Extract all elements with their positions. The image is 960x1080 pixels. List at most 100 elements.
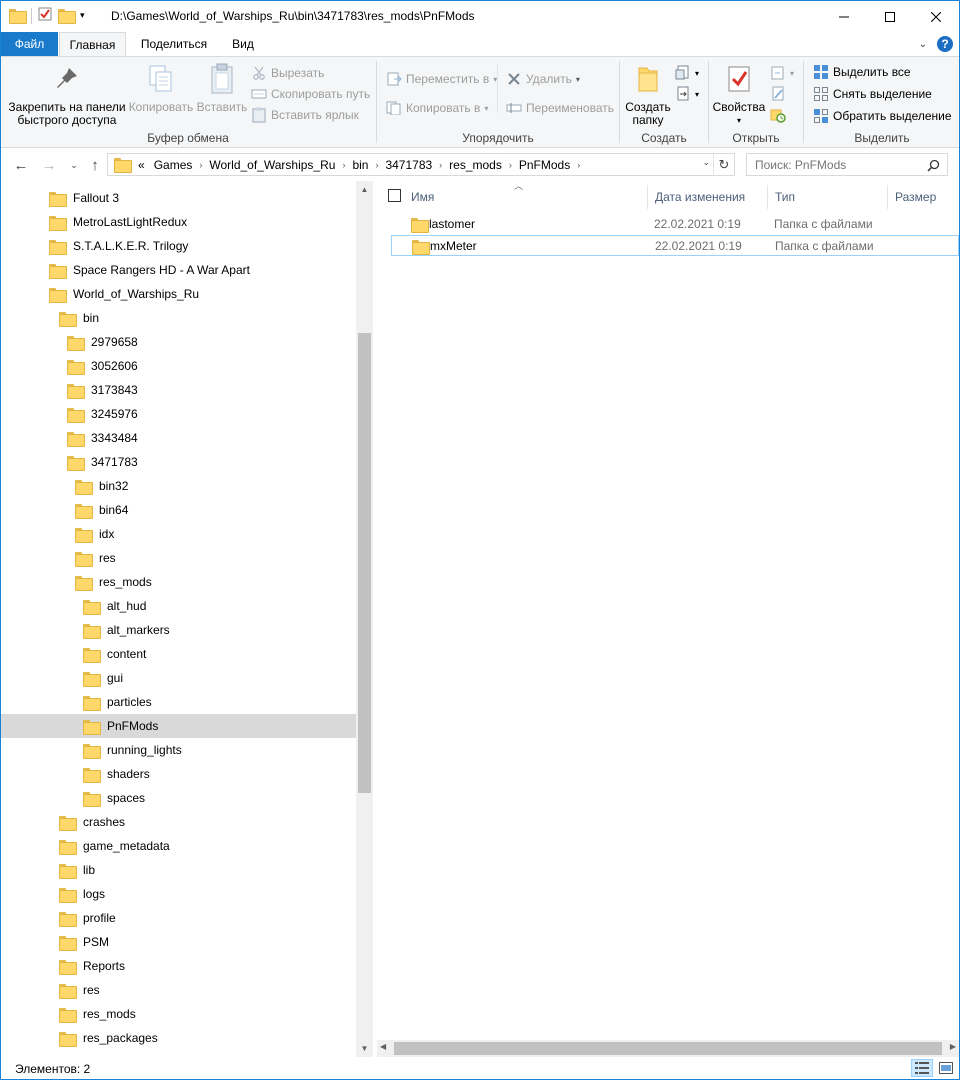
- collapse-ribbon-icon[interactable]: ⌄: [919, 39, 927, 50]
- paste-shortcut-button[interactable]: Вставить ярлык: [251, 105, 359, 125]
- file-row[interactable]: lastomer 22.02.2021 0:19 Папка с файлами: [391, 214, 959, 235]
- tree-item[interactable]: 3343484: [1, 426, 356, 450]
- breadcrumb-chevron-icon[interactable]: ›: [340, 160, 347, 170]
- move-to-button[interactable]: Переместить в ▾: [386, 69, 497, 89]
- tree-item[interactable]: idx: [1, 522, 356, 546]
- tree-item[interactable]: bin: [1, 306, 356, 330]
- tree-item[interactable]: particles: [1, 690, 356, 714]
- delete-button[interactable]: Удалить ▾: [506, 69, 580, 89]
- column-date[interactable]: Дата изменения: [655, 190, 745, 204]
- rename-button[interactable]: Переименовать: [506, 98, 614, 118]
- tree-item[interactable]: PnFMods: [1, 714, 356, 738]
- tab-file[interactable]: Файл: [1, 32, 58, 56]
- copy-to-button[interactable]: Копировать в ▾: [386, 98, 488, 118]
- paste-button[interactable]: Вставить: [195, 63, 249, 114]
- breadcrumb-item[interactable]: 3471783: [380, 158, 437, 172]
- tree-item[interactable]: 3245976: [1, 402, 356, 426]
- scroll-thumb[interactable]: [358, 333, 371, 793]
- tree-item[interactable]: crashes: [1, 810, 356, 834]
- tree-item[interactable]: PSM: [1, 930, 356, 954]
- recent-locations-chevron-icon[interactable]: ⌄: [64, 155, 84, 175]
- tree-item[interactable]: shaders: [1, 762, 356, 786]
- tree-item[interactable]: S.T.A.L.K.E.R. Trilogy: [1, 234, 356, 258]
- back-arrow-icon[interactable]: ←: [11, 155, 31, 175]
- address-dropdown-icon[interactable]: ⌄: [702, 157, 710, 168]
- tree-item[interactable]: Reports: [1, 954, 356, 978]
- tree-item[interactable]: 3173843: [1, 378, 356, 402]
- scroll-left-arrow-icon[interactable]: ◀: [380, 1042, 386, 1051]
- tree-item[interactable]: 2979658: [1, 330, 356, 354]
- up-arrow-icon[interactable]: ↑: [85, 155, 105, 175]
- cut-button[interactable]: Вырезать: [251, 63, 324, 83]
- column-type[interactable]: Тип: [775, 190, 795, 204]
- breadcrumb-item[interactable]: World_of_Warships_Ru: [204, 158, 340, 172]
- tree-item[interactable]: MetroLastLightRedux: [1, 210, 356, 234]
- column-divider[interactable]: [887, 185, 888, 209]
- tree-item[interactable]: lib: [1, 858, 356, 882]
- close-button[interactable]: [913, 1, 959, 32]
- breadcrumb-item[interactable]: Games: [149, 158, 198, 172]
- tree-item[interactable]: content: [1, 642, 356, 666]
- breadcrumb-chevron-icon[interactable]: ›: [437, 160, 444, 170]
- edit-button[interactable]: [770, 84, 786, 104]
- breadcrumb-item[interactable]: PnFMods: [514, 158, 575, 172]
- address-bar[interactable]: « Games › World_of_Warships_Ru › bin › 3471783…: [107, 153, 735, 176]
- pin-quick-access-button[interactable]: Закрепить на панели быстрого доступа: [7, 63, 127, 127]
- tree-item[interactable]: logs: [1, 882, 356, 906]
- tab-view[interactable]: Вид: [223, 32, 263, 56]
- select-all-checkbox[interactable]: [388, 189, 401, 202]
- tree-item[interactable]: res: [1, 546, 356, 570]
- tree-item[interactable]: profile: [1, 906, 356, 930]
- tree-vertical-scrollbar[interactable]: ▲ ▼: [356, 181, 373, 1057]
- select-all-button[interactable]: Выделить все: [813, 62, 911, 82]
- breadcrumb-chevron-icon[interactable]: ›: [507, 160, 514, 170]
- tab-home[interactable]: Главная: [59, 32, 126, 57]
- tree-item[interactable]: running_lights: [1, 738, 356, 762]
- breadcrumb-chevron-icon[interactable]: ›: [197, 160, 204, 170]
- tree-item[interactable]: gui: [1, 666, 356, 690]
- history-button[interactable]: [770, 105, 786, 125]
- tab-share[interactable]: Поделиться: [132, 32, 216, 56]
- tree-item[interactable]: res_packages: [1, 1026, 356, 1050]
- search-box[interactable]: [746, 153, 948, 176]
- column-divider[interactable]: [767, 185, 768, 209]
- breadcrumb-chevron-icon[interactable]: ›: [575, 160, 582, 170]
- tree-item[interactable]: 3471783: [1, 450, 356, 474]
- tree-item[interactable]: spaces: [1, 786, 356, 810]
- tree-item[interactable]: res: [1, 978, 356, 1002]
- large-icons-view-icon[interactable]: [935, 1059, 957, 1077]
- maximize-button[interactable]: [867, 1, 913, 32]
- list-horizontal-scrollbar[interactable]: ◀ ▶: [377, 1040, 959, 1057]
- select-none-button[interactable]: Снять выделение: [813, 84, 932, 104]
- tree-item[interactable]: World_of_Warships_Ru: [1, 282, 356, 306]
- tree-item[interactable]: alt_markers: [1, 618, 356, 642]
- scroll-up-arrow-icon[interactable]: ▲: [356, 181, 373, 198]
- tree-item[interactable]: 3052606: [1, 354, 356, 378]
- tree-item[interactable]: game_metadata: [1, 834, 356, 858]
- new-folder-button[interactable]: Создать папку: [621, 63, 675, 127]
- minimize-button[interactable]: [821, 1, 867, 32]
- copy-button[interactable]: Копировать: [127, 63, 195, 114]
- breadcrumb-item[interactable]: bin: [347, 158, 373, 172]
- easy-access-button[interactable]: ▾: [675, 84, 699, 104]
- refresh-icon[interactable]: ↻: [713, 154, 734, 175]
- properties-button[interactable]: Свойства ▾: [710, 63, 768, 127]
- tree-item[interactable]: Space Rangers HD - A War Apart: [1, 258, 356, 282]
- tree-item[interactable]: res_mods: [1, 570, 356, 594]
- search-icon[interactable]: [925, 157, 941, 173]
- breadcrumb-overflow[interactable]: «: [136, 158, 149, 172]
- scroll-right-arrow-icon[interactable]: ▶: [950, 1042, 956, 1051]
- tree-item[interactable]: bin32: [1, 474, 356, 498]
- forward-arrow-icon[interactable]: →: [39, 155, 59, 175]
- help-icon[interactable]: ?: [937, 36, 953, 52]
- breadcrumb-item[interactable]: res_mods: [444, 158, 507, 172]
- copy-path-button[interactable]: Скопировать путь: [251, 84, 370, 104]
- qat-dropdown-icon[interactable]: ▾: [80, 10, 85, 21]
- tree-item[interactable]: res_mods: [1, 1002, 356, 1026]
- column-name[interactable]: Имя: [411, 190, 434, 204]
- open-button[interactable]: ▾: [770, 63, 794, 83]
- column-divider[interactable]: [647, 185, 648, 209]
- invert-selection-button[interactable]: Обратить выделение: [813, 106, 952, 126]
- new-item-button[interactable]: ▾: [675, 63, 699, 83]
- search-input[interactable]: [755, 157, 925, 172]
